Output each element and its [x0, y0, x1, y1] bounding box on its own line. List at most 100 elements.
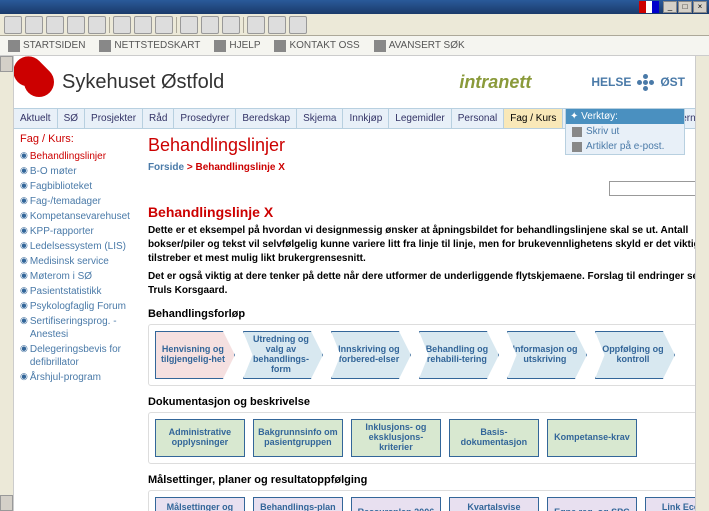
sidebar-item[interactable]: ◉Behandlingslinjer	[20, 149, 130, 164]
logo-text: Sykehuset Østfold	[62, 71, 224, 94]
section-flow-title: Behandlingsforløp	[148, 308, 695, 320]
sidebar-item[interactable]: ◉Årshjul-program	[20, 370, 130, 385]
description: Dette er et eksempel på hvordan vi desig…	[148, 224, 695, 266]
sidebar-item[interactable]: ◉B-O møter	[20, 164, 130, 179]
search-icon[interactable]	[113, 16, 131, 34]
goal-box[interactable]: Målsettinger og tiltaksplan	[155, 497, 245, 511]
tab-aktuelt[interactable]: Aktuelt	[14, 109, 58, 128]
tab-r-d[interactable]: Råd	[143, 109, 174, 128]
goal-box[interactable]: Egne reg. og SPC	[547, 497, 637, 511]
sidebar-item[interactable]: ◉Ledelsessystem (LIS)	[20, 239, 130, 254]
breadcrumb-root[interactable]: Forside	[148, 162, 184, 173]
sidebar-item[interactable]: ◉Fagbiblioteket	[20, 179, 130, 194]
doc-row: Administrative opplysningerBakgrunnsinfo…	[148, 412, 695, 464]
refresh-icon[interactable]	[67, 16, 85, 34]
tab-prosedyrer[interactable]: Prosedyrer	[174, 109, 236, 128]
product-name: intranett	[399, 72, 591, 93]
stop-icon[interactable]	[46, 16, 64, 34]
print-icon	[572, 127, 582, 137]
breadcrumb: Forside > Behandlingslinje X	[148, 162, 695, 173]
flow-step[interactable]: Innskriving og forbered-elser	[331, 331, 411, 379]
goal-box[interactable]: Kvartalsvise rapporter	[449, 497, 539, 511]
sidebar-item[interactable]: ◉Medisinsk service	[20, 254, 130, 269]
edit-icon[interactable]	[222, 16, 240, 34]
site-header: Sykehuset Østfold intranett HELSE ØST	[14, 56, 695, 108]
tools-print[interactable]: Skriv ut	[566, 124, 684, 139]
doc-box[interactable]: Kompetanse-krav	[547, 419, 637, 457]
tool-icon[interactable]	[268, 16, 286, 34]
description-2: Det er også viktig at dere tenker på det…	[148, 270, 695, 298]
favorites-icon[interactable]	[134, 16, 152, 34]
tools-title: ✦ Verktøy:	[566, 109, 684, 124]
tab-beredskap[interactable]: Beredskap	[236, 109, 297, 128]
tool-icon[interactable]	[289, 16, 307, 34]
section-goal-title: Målsettinger, planer og resultatoppfølgi…	[148, 474, 695, 486]
help-icon	[214, 40, 226, 52]
brand-helse-ost: HELSE ØST	[591, 74, 685, 91]
window-titlebar: _ □ ×	[0, 0, 709, 14]
right-scrollbar[interactable]	[695, 56, 709, 511]
search-input[interactable]	[609, 181, 695, 196]
window-flag-icon	[639, 1, 659, 13]
sidebar-item[interactable]: ◉Kompetansevarehuset	[20, 209, 130, 224]
sidebar-item[interactable]: ◉Fag-/temadager	[20, 194, 130, 209]
link-advsearch[interactable]: AVANSERT SØK	[374, 40, 465, 52]
search-icon	[374, 40, 386, 52]
doc-box[interactable]: Inklusjons- og eksklusjons-kriterier	[351, 419, 441, 457]
tab-fag-kurs[interactable]: Fag / Kurs	[504, 109, 563, 128]
doc-box[interactable]: Administrative opplysninger	[155, 419, 245, 457]
tab-s-[interactable]: SØ	[58, 109, 85, 128]
sitemap-icon	[99, 40, 111, 52]
tool-icon[interactable]	[247, 16, 265, 34]
history-icon[interactable]	[155, 16, 173, 34]
forward-icon[interactable]	[25, 16, 43, 34]
sidebar: Fag / Kurs: ◉Behandlingslinjer◉B-O møter…	[14, 129, 136, 511]
flow-step[interactable]: Informasjon og utskriving	[507, 331, 587, 379]
home-icon[interactable]	[88, 16, 106, 34]
sidebar-item[interactable]: ◉Møterom i SØ	[20, 269, 130, 284]
link-sitemap[interactable]: NETTSTEDSKART	[99, 40, 200, 52]
goal-box[interactable]: Ressursplan 2006	[351, 497, 441, 511]
link-home[interactable]: STARTSIDEN	[8, 40, 85, 52]
flow-step[interactable]: Utredning og valg av behandlings-form	[243, 331, 323, 379]
breadcrumb-current: Behandlingslinje X	[195, 162, 284, 173]
flow-row: Henvisning og tilgjengelig-hetUtredning …	[148, 324, 695, 386]
tab-prosjekter[interactable]: Prosjekter	[85, 109, 143, 128]
tools-panel: ✦ Verktøy: Skriv ut Artikler på e-post.	[565, 108, 685, 155]
sidebar-item[interactable]: ◉Psykologfaglig Forum	[20, 299, 130, 314]
tab-legemidler[interactable]: Legemidler	[389, 109, 451, 128]
sidebar-title: Fag / Kurs:	[20, 133, 130, 145]
content-subtitle: Behandlingslinje X	[148, 204, 695, 220]
page-content: Behandlingslinjer Forside > Behandlingsl…	[136, 129, 695, 511]
sidebar-item[interactable]: ◉Pasientstatistikk	[20, 284, 130, 299]
browser-toolbar	[0, 14, 709, 36]
link-help[interactable]: HJELP	[214, 40, 260, 52]
goal-box[interactable]: Link Ecomed Analyzer	[645, 497, 695, 511]
goal-row: Målsettinger og tiltaksplan Behandlings-p…	[148, 490, 695, 511]
mail-icon[interactable]	[180, 16, 198, 34]
link-bar: STARTSIDEN NETTSTEDSKART HJELP KONTAKT O…	[0, 36, 709, 56]
back-icon[interactable]	[4, 16, 22, 34]
minimize-button[interactable]: _	[663, 1, 677, 13]
tab-innkj-p[interactable]: Innkjøp	[343, 109, 389, 128]
logo-heart-icon	[18, 61, 60, 103]
goal-box[interactable]: Behandlings-plan 2006	[253, 497, 343, 511]
doc-box[interactable]: Basis-dokumentasjon	[449, 419, 539, 457]
doc-box[interactable]: Bakgrunnsinfo om pasientgruppen	[253, 419, 343, 457]
left-scrollbar[interactable]	[0, 56, 14, 511]
section-doc-title: Dokumentasjon og beskrivelse	[148, 396, 695, 408]
link-contact[interactable]: KONTAKT OSS	[274, 40, 359, 52]
sidebar-item[interactable]: ◉KPP-rapporter	[20, 224, 130, 239]
sidebar-item[interactable]: ◉Delegeringsbevis for defibrillator	[20, 342, 130, 370]
close-button[interactable]: ×	[693, 1, 707, 13]
tab-personal[interactable]: Personal	[452, 109, 504, 128]
flow-step[interactable]: Oppfølging og kontroll	[595, 331, 675, 379]
tools-email[interactable]: Artikler på e-post.	[566, 139, 684, 154]
dots-icon	[637, 74, 654, 91]
maximize-button[interactable]: □	[678, 1, 692, 13]
flow-step[interactable]: Henvisning og tilgjengelig-het	[155, 331, 235, 379]
print-icon[interactable]	[201, 16, 219, 34]
tab-skjema[interactable]: Skjema	[297, 109, 343, 128]
sidebar-item[interactable]: ◉Sertifiseringsprog. - Anestesi	[20, 314, 130, 342]
flow-step[interactable]: Behandling og rehabili-tering	[419, 331, 499, 379]
